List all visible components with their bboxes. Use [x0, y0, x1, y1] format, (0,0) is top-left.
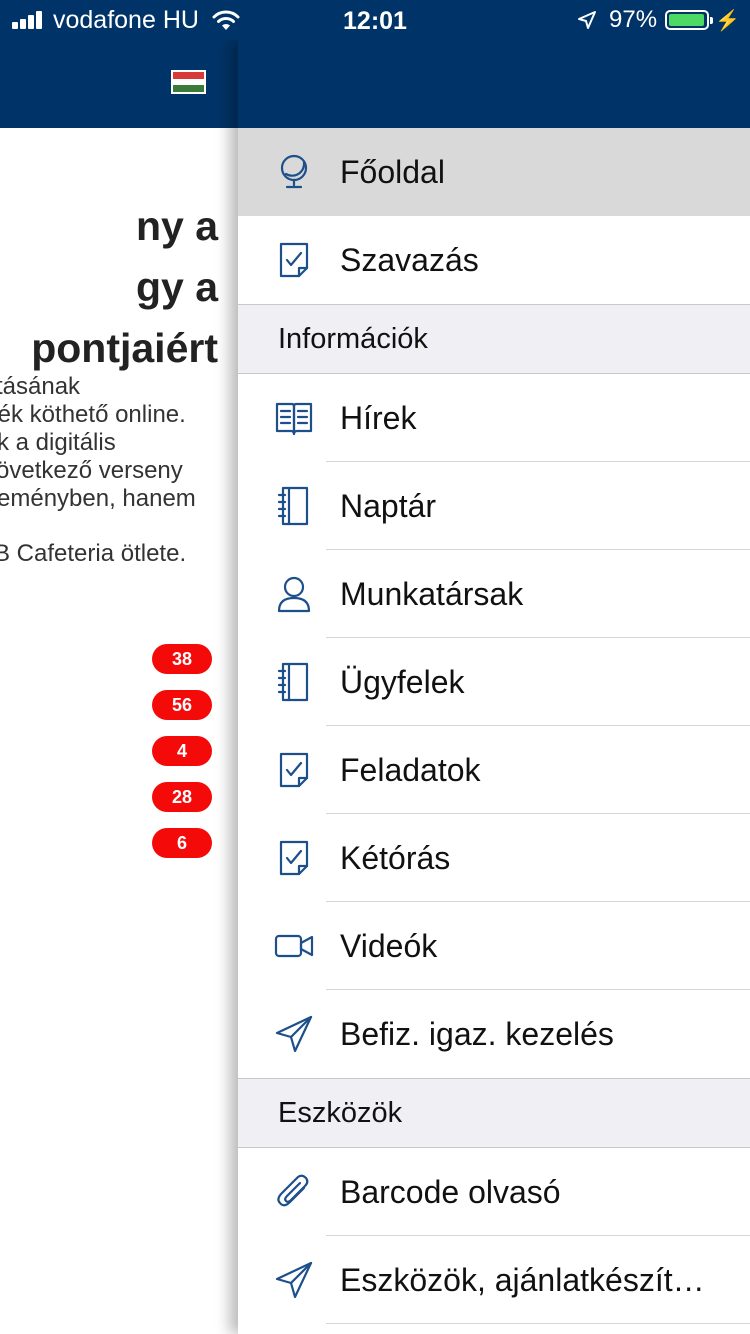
menu-item-label: Kétórás [340, 839, 451, 876]
menu-item-label: Eszközök, ajánlatkészít… [340, 1261, 705, 1298]
menu-item-hirek[interactable]: Hírek [238, 374, 750, 462]
count-badge: 6 [152, 828, 212, 858]
menu-item-eszkozok-ajanlatkeszito[interactable]: Eszközök, ajánlatkészít… [238, 1236, 750, 1324]
menu-item-label: Barcode olvasó [340, 1173, 561, 1210]
menu-item-label: Befiz. igaz. kezelés [340, 1015, 614, 1052]
count-badge: 4 [152, 736, 212, 766]
checked-document-icon [279, 242, 309, 278]
drawer-header [238, 40, 750, 128]
checked-document-icon [279, 752, 309, 788]
paperclip-icon [277, 1174, 309, 1207]
battery-level [669, 14, 704, 26]
menu-item-szavazas[interactable]: Szavazás [238, 216, 750, 304]
menu-item-label: Szavazás [340, 241, 479, 278]
menu-item-label: Feladatok [340, 751, 481, 788]
menu-item-label: Naptár [340, 487, 437, 524]
menu-item-feladatok[interactable]: Feladatok [238, 726, 750, 814]
section-header-eszkozok: Eszközök [238, 1078, 750, 1148]
paper-plane-icon [275, 1261, 313, 1299]
count-badge: 28 [152, 782, 212, 812]
section-header-informaciok: Információk [238, 304, 750, 374]
checked-document-icon [279, 840, 309, 876]
menu-item-munkatarsak[interactable]: Munkatársak [238, 550, 750, 638]
count-badge: 38 [152, 644, 212, 674]
notebook-icon [277, 662, 309, 702]
count-badges: 38 56 4 28 6 [152, 644, 212, 874]
article-lead: tásának ték köthető online. k a digitáli… [0, 373, 196, 512]
notebook-icon [277, 486, 309, 526]
paper-plane-icon [275, 1015, 313, 1053]
menu-item-fooldal[interactable]: Főoldal [238, 128, 750, 216]
article-headline: ny a gy a pontjaiért [31, 203, 218, 371]
hungarian-flag-icon[interactable] [171, 70, 206, 94]
background-article: ny a gy a pontjaiért tásának ték köthető… [0, 128, 238, 1334]
count-badge: 56 [152, 690, 212, 720]
location-arrow-icon [578, 11, 597, 29]
menu-item-befiz-igaz-kezeles[interactable]: Befiz. igaz. kezelés [238, 990, 750, 1078]
video-camera-icon [274, 934, 314, 958]
menu-item-barcode-olvaso[interactable]: Barcode olvasó [238, 1148, 750, 1236]
charging-bolt-icon: ⚡ [715, 9, 740, 32]
status-bar: vodafone HU 12:01 97% ⚡ [0, 0, 750, 40]
menu-item-ugyfelek[interactable]: Ügyfelek [238, 638, 750, 726]
menu-item-videok[interactable]: Videók [238, 902, 750, 990]
menu-item-ketoras[interactable]: Kétórás [238, 814, 750, 902]
side-drawer: Főoldal Szavazás Információk Hírek Naptá… [238, 40, 750, 1334]
menu-item-label: Munkatársak [340, 575, 524, 612]
battery-icon [665, 10, 714, 30]
battery-percent: 97% [609, 6, 658, 33]
menu-item-label: Főoldal [340, 153, 445, 190]
menu-item-label: Ügyfelek [340, 663, 465, 700]
menu-item-label: Hírek [340, 399, 417, 436]
person-icon [277, 576, 311, 613]
menu-item-label: Videók [340, 927, 438, 964]
article-text: B Cafeteria ötlete. [0, 540, 187, 567]
menu-item-naptar[interactable]: Naptár [238, 462, 750, 550]
globe-icon [280, 154, 308, 189]
open-book-icon [275, 402, 313, 436]
